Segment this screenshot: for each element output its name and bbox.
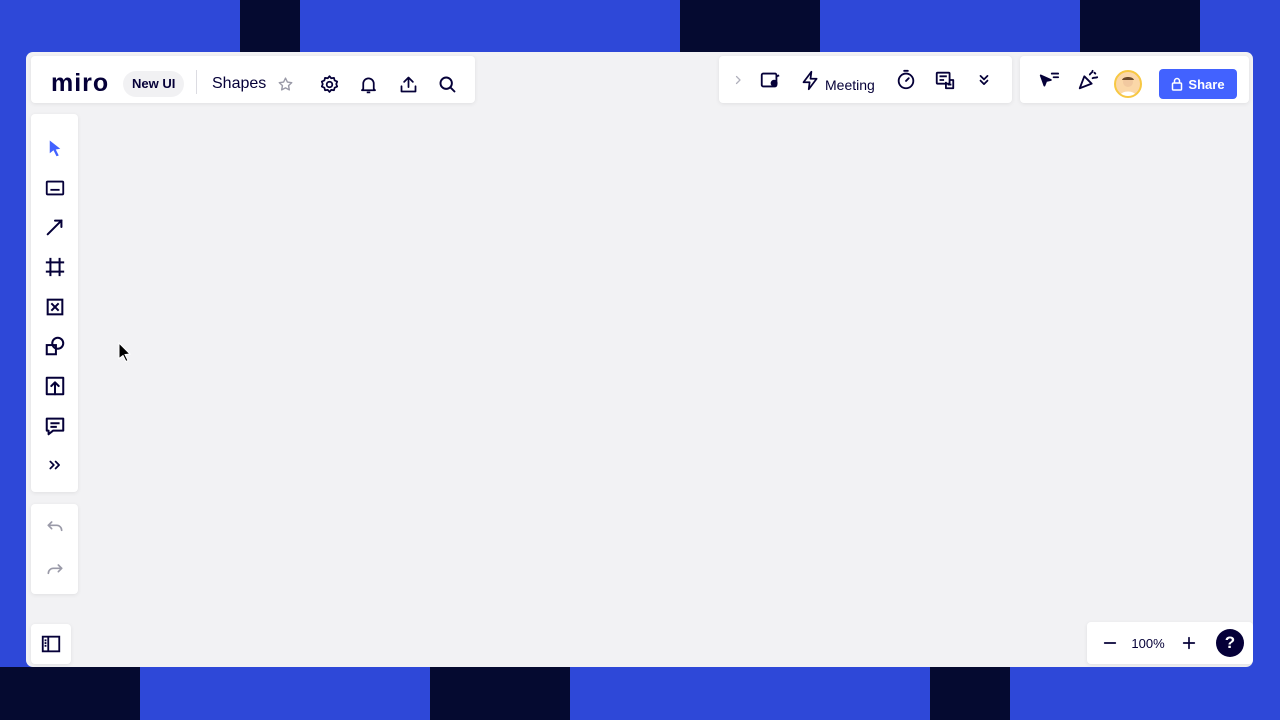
cursor-filter-icon[interactable]: [1035, 66, 1063, 94]
undo-icon[interactable]: [41, 513, 69, 541]
collaboration-toolbar: Meeting: [719, 56, 1012, 103]
sidebar-toggle-icon[interactable]: [37, 630, 65, 658]
timer-icon[interactable]: [892, 66, 920, 94]
select-icon[interactable]: [41, 134, 69, 162]
share-label: Share: [1188, 76, 1225, 92]
share-panel: Share: [1020, 56, 1249, 103]
divider: [196, 70, 197, 94]
text-icon[interactable]: [41, 174, 69, 202]
top-left-toolbar: miro New UI Shapes: [31, 56, 475, 103]
background-stripe: [240, 0, 300, 52]
lightning-icon[interactable]: [796, 66, 824, 94]
background-stripe: [430, 667, 570, 720]
double-chevron-down-icon[interactable]: [970, 66, 998, 94]
help-button[interactable]: ?: [1216, 629, 1244, 657]
new-ui-badge[interactable]: New UI: [123, 71, 185, 97]
mouse-cursor-icon: [118, 341, 132, 367]
comment-icon[interactable]: [41, 412, 69, 440]
background-stripe: [0, 667, 140, 720]
star-icon[interactable]: [271, 70, 299, 98]
zoom-out-icon[interactable]: [1096, 629, 1124, 657]
redo-icon[interactable]: [41, 556, 69, 584]
history-toolbar: [31, 504, 78, 594]
zoom-in-icon[interactable]: [1175, 629, 1203, 657]
more-tools-icon[interactable]: [41, 451, 69, 479]
meeting-label[interactable]: Meeting: [825, 76, 875, 94]
upload-icon[interactable]: [394, 70, 422, 98]
connection-line-icon[interactable]: [41, 213, 69, 241]
background-stripe: [930, 667, 1010, 720]
search-icon[interactable]: [433, 70, 461, 98]
chevron-right-icon[interactable]: [724, 66, 752, 94]
share-button[interactable]: Share: [1159, 69, 1237, 99]
frame-icon[interactable]: [41, 253, 69, 281]
sticky-note-icon[interactable]: [41, 293, 69, 321]
zoom-controls: 100% ?: [1087, 622, 1253, 664]
present-icon[interactable]: [756, 66, 784, 94]
zoom-level[interactable]: 100%: [1125, 635, 1171, 653]
lock-icon: [1172, 77, 1183, 91]
panel-toggle: [31, 624, 71, 664]
shapes-icon[interactable]: [41, 332, 69, 360]
avatar[interactable]: [1114, 70, 1142, 98]
miro-board-window: miro New UI Shapes Meeting Share 100% ?: [26, 52, 1253, 667]
celebration-icon[interactable]: [1074, 66, 1102, 94]
background-stripe: [1080, 0, 1200, 52]
voting-icon[interactable]: [931, 66, 959, 94]
settings-icon[interactable]: [315, 70, 343, 98]
bell-icon[interactable]: [354, 70, 382, 98]
left-toolbar: [31, 114, 78, 492]
board-title[interactable]: Shapes: [212, 74, 266, 94]
miro-logo[interactable]: miro: [51, 68, 109, 98]
background-stripe: [680, 0, 820, 52]
upload-icon[interactable]: [41, 372, 69, 400]
